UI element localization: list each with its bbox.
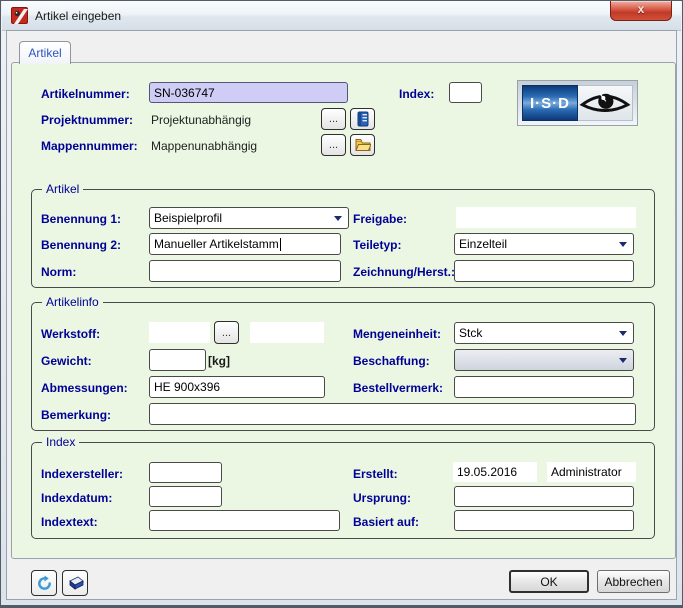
ursprung-field[interactable] (454, 486, 634, 507)
mappennummer-browse-button[interactable]: ... (321, 134, 346, 156)
cancel-button[interactable]: Abbrechen (597, 570, 670, 593)
benennung2-label: Benennung 2: (41, 238, 121, 252)
card-index-icon (357, 111, 368, 127)
projektnummer-catalog-button[interactable] (350, 108, 375, 130)
indexersteller-field[interactable] (149, 462, 222, 483)
text-cursor (279, 237, 281, 251)
chevron-down-icon (619, 242, 627, 247)
norm-label: Norm: (41, 265, 77, 279)
ursprung-label: Ursprung: (353, 491, 411, 505)
mappennummer-value: Mappenunabhängig (151, 139, 258, 153)
close-icon: x (637, 2, 645, 16)
werkstoff-field (149, 322, 210, 343)
group-index-title: Index (42, 435, 80, 449)
projektnummer-value: Projektunabhängig (151, 113, 252, 127)
window-title: Artikel eingeben (35, 9, 122, 23)
isd-logo: I·S·D (517, 80, 638, 126)
eye-icon (578, 85, 633, 121)
mappennummer-label: Mappennummer: (41, 139, 138, 153)
indexdatum-field[interactable] (149, 486, 222, 507)
abmessungen-label: Abmessungen: (41, 381, 128, 395)
group-artikel-title: Artikel (42, 182, 84, 196)
projektnummer-label: Projektnummer: (41, 113, 134, 127)
close-button[interactable]: x (610, 1, 672, 21)
projektnummer-browse-button[interactable]: ... (321, 108, 346, 130)
dialog-window: Artikel eingeben x Artikel Artikelnummer… (0, 0, 683, 608)
gewicht-label: Gewicht: (41, 354, 92, 368)
mappennummer-folder-button[interactable] (350, 134, 375, 156)
freigabe-field (456, 207, 636, 228)
basiert-auf-label: Basiert auf: (353, 515, 420, 529)
indextext-field[interactable] (149, 510, 340, 531)
benennung2-field[interactable]: Manueller Artikelstamm (149, 233, 341, 255)
erstellt-user-field: Administrator (547, 462, 636, 482)
gewicht-field[interactable] (149, 349, 206, 371)
norm-field[interactable] (149, 260, 341, 282)
erstellt-label: Erstellt: (353, 467, 398, 481)
artikelnummer-label: Artikelnummer: (41, 87, 130, 101)
chevron-down-icon (619, 331, 627, 336)
werkstoff-field2 (250, 322, 324, 343)
basiert-auf-field[interactable] (454, 510, 634, 531)
bestellvermerk-label: Bestellvermerk: (353, 381, 444, 395)
bemerkung-field[interactable] (149, 403, 636, 425)
tab-label: Artikel (28, 46, 62, 60)
eraser-icon (69, 576, 84, 590)
teiletyp-combobox[interactable]: Einzelteil (454, 233, 634, 255)
tab-artikel[interactable]: Artikel (19, 41, 71, 64)
werkstoff-label: Werkstoff: (41, 327, 101, 341)
group-artikelinfo-title: Artikelinfo (42, 295, 103, 309)
werkstoff-browse-button[interactable]: ... (214, 321, 239, 344)
indexersteller-label: Indexersteller: (41, 467, 124, 481)
refresh-icon (37, 574, 51, 590)
zeichnung-label: Zeichnung/Herst.: (353, 265, 456, 279)
index-field[interactable] (449, 82, 482, 103)
teiletyp-label: Teiletyp: (353, 238, 402, 252)
folder-icon (354, 139, 371, 151)
artikelnummer-field[interactable]: SN-036747 (149, 82, 348, 103)
mengeneinheit-combobox[interactable]: Stck (454, 322, 634, 344)
erstellt-date-field: 19.05.2016 (453, 462, 537, 482)
indexdatum-label: Indexdatum: (41, 491, 113, 505)
zeichnung-field[interactable] (454, 260, 634, 282)
bemerkung-label: Bemerkung: (41, 408, 112, 422)
indextext-label: Indextext: (41, 515, 98, 529)
freigabe-label: Freigabe: (353, 212, 408, 226)
index-label: Index: (399, 87, 435, 101)
beschaffung-label: Beschaffung: (353, 354, 430, 368)
eraser-button[interactable] (62, 570, 88, 596)
benennung1-combobox[interactable]: Beispielprofil (149, 207, 349, 229)
abmessungen-field[interactable]: HE 900x396 (149, 376, 325, 398)
ok-button[interactable]: OK (509, 570, 589, 593)
ellipsis-icon: ... (221, 326, 232, 339)
titlebar[interactable]: Artikel eingeben x (2, 1, 681, 31)
bestellvermerk-field[interactable] (454, 376, 634, 398)
benennung1-label: Benennung 1: (41, 212, 121, 226)
refresh-button[interactable] (31, 570, 57, 596)
chevron-down-icon (334, 216, 342, 221)
gewicht-unit-label: [kg] (208, 354, 230, 368)
beschaffung-combobox[interactable] (454, 349, 634, 371)
ellipsis-icon: ... (328, 139, 339, 151)
ellipsis-icon: ... (328, 113, 339, 125)
isd-logo-text: I·S·D (522, 85, 578, 121)
app-icon (11, 7, 28, 24)
chevron-down-icon (619, 358, 627, 363)
mengeneinheit-label: Mengeneinheit: (353, 327, 442, 341)
